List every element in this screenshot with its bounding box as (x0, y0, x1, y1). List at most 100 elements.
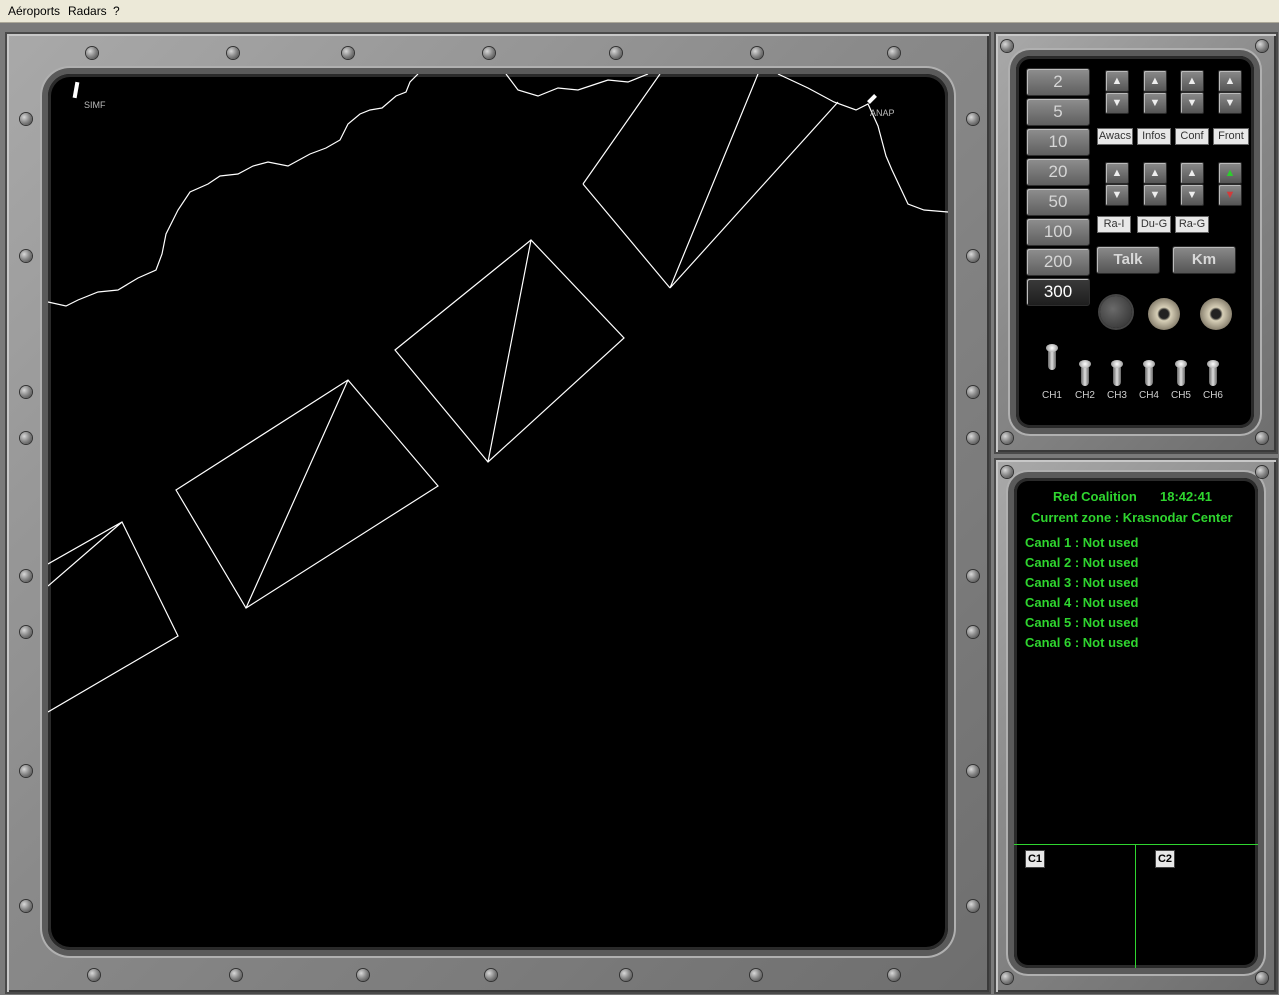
menu-bar: Aéroports Radars ? (0, 0, 1279, 23)
airfield-anap-label: ANAP (870, 108, 895, 118)
rivet (888, 969, 900, 981)
ch6-toggle[interactable] (1207, 360, 1219, 386)
menu-help[interactable]: ? (113, 4, 120, 18)
rivet (1001, 40, 1013, 52)
du-g-up-button[interactable]: ▲ (1143, 162, 1167, 184)
conf-label[interactable]: Conf (1175, 128, 1209, 145)
chevron-down-icon: ▼ (1224, 97, 1236, 109)
canal-6-status: Canal 6 : Not used (1025, 635, 1139, 650)
chevron-up-icon: ▲ (1149, 75, 1161, 87)
rivet (967, 432, 979, 444)
comm-divider-h (1014, 844, 1258, 845)
rivet (86, 47, 98, 59)
awacs-up-button[interactable]: ▲ (1105, 70, 1129, 92)
ra-i-down-button[interactable]: ▼ (1105, 184, 1129, 206)
canal-3-status: Canal 3 : Not used (1025, 575, 1139, 590)
rivet (20, 765, 32, 777)
sector-4 (48, 521, 179, 713)
ch3-toggle[interactable] (1111, 360, 1123, 386)
current-zone-text: Current zone : Krasnodar Center (1031, 510, 1233, 525)
ch2-toggle[interactable] (1079, 360, 1091, 386)
awacs-down-button[interactable]: ▼ (1105, 92, 1129, 114)
sector-1 (582, 74, 839, 289)
rivet (888, 47, 900, 59)
menu-airports[interactable]: Aéroports (8, 4, 60, 18)
volume-knob[interactable] (1100, 296, 1132, 328)
triangle-up-icon: ▲ (1224, 167, 1236, 179)
chevron-up-icon: ▲ (1224, 75, 1236, 87)
chevron-down-icon: ▼ (1186, 189, 1198, 201)
conf-up-button[interactable]: ▲ (1180, 70, 1204, 92)
conf-down-button[interactable]: ▼ (1180, 92, 1204, 114)
airfield-simf-marker (72, 81, 80, 99)
rivet (20, 432, 32, 444)
infos-down-button[interactable]: ▼ (1143, 92, 1167, 114)
ra-i-label[interactable]: Ra-I (1097, 216, 1131, 233)
chevron-up-icon: ▲ (1111, 75, 1123, 87)
chevron-up-icon: ▲ (1186, 75, 1198, 87)
du-g-label[interactable]: Du-G (1137, 216, 1171, 233)
green-up-button[interactable]: ▲ (1218, 162, 1242, 184)
talk-button[interactable]: Talk (1096, 246, 1160, 274)
rivet (967, 765, 979, 777)
squelch-knob[interactable] (1200, 298, 1232, 330)
chevron-up-icon: ▲ (1186, 167, 1198, 179)
zoom-button-10[interactable]: 10 (1026, 128, 1090, 156)
rivet (967, 626, 979, 638)
chevron-down-icon: ▼ (1149, 189, 1161, 201)
ch1-toggle[interactable] (1046, 344, 1058, 370)
info-panel (1014, 478, 1258, 968)
rivet (1256, 40, 1268, 52)
chevron-down-icon: ▼ (1111, 189, 1123, 201)
km-button[interactable]: Km (1172, 246, 1236, 274)
rivet (485, 969, 497, 981)
rivet (967, 386, 979, 398)
comm-c2-label[interactable]: C2 (1155, 850, 1175, 868)
rivet (967, 570, 979, 582)
radar-screen[interactable]: SIMF ANAP (48, 74, 948, 950)
rivet (20, 250, 32, 262)
radar-map (48, 74, 948, 713)
canal-4-status: Canal 4 : Not used (1025, 595, 1139, 610)
ch4-toggle[interactable] (1143, 360, 1155, 386)
front-label[interactable]: Front (1213, 128, 1249, 145)
zoom-button-200[interactable]: 200 (1026, 248, 1090, 276)
zoom-button-20[interactable]: 20 (1026, 158, 1090, 186)
zoom-button-2[interactable]: 2 (1026, 68, 1090, 96)
zoom-button-300[interactable]: 300 (1026, 278, 1090, 306)
rivet (230, 969, 242, 981)
airfield-anap-marker (867, 94, 877, 104)
ch3-label: CH3 (1106, 390, 1127, 401)
du-g-down-button[interactable]: ▼ (1143, 184, 1167, 206)
chevron-down-icon: ▼ (1111, 97, 1123, 109)
red-down-button[interactable]: ▼ (1218, 184, 1242, 206)
rivet (1256, 432, 1268, 444)
zoom-button-50[interactable]: 50 (1026, 188, 1090, 216)
ra-g-label[interactable]: Ra-G (1175, 216, 1209, 233)
zoom-button-100[interactable]: 100 (1026, 218, 1090, 246)
chevron-down-icon: ▼ (1186, 97, 1198, 109)
front-up-button[interactable]: ▲ (1218, 70, 1242, 92)
ch5-toggle[interactable] (1175, 360, 1187, 386)
rivet (227, 47, 239, 59)
comm-c1-label[interactable]: C1 (1025, 850, 1045, 868)
rivet (967, 113, 979, 125)
ra-g-down-button[interactable]: ▼ (1180, 184, 1204, 206)
awacs-label[interactable]: Awacs (1097, 128, 1133, 145)
rivet (20, 900, 32, 912)
rivet (620, 969, 632, 981)
comm-divider-v (1135, 844, 1136, 968)
zoom-button-5[interactable]: 5 (1026, 98, 1090, 126)
rivet (610, 47, 622, 59)
ch1-label: CH1 (1041, 390, 1062, 401)
gain-knob[interactable] (1148, 298, 1180, 330)
ra-g-up-button[interactable]: ▲ (1180, 162, 1204, 184)
rivet (967, 900, 979, 912)
infos-label[interactable]: Infos (1137, 128, 1171, 145)
menu-radars[interactable]: Radars (68, 4, 107, 18)
infos-up-button[interactable]: ▲ (1143, 70, 1167, 92)
front-down-button[interactable]: ▼ (1218, 92, 1242, 114)
chevron-up-icon: ▲ (1149, 167, 1161, 179)
ra-i-up-button[interactable]: ▲ (1105, 162, 1129, 184)
ch4-label: CH4 (1138, 390, 1159, 401)
